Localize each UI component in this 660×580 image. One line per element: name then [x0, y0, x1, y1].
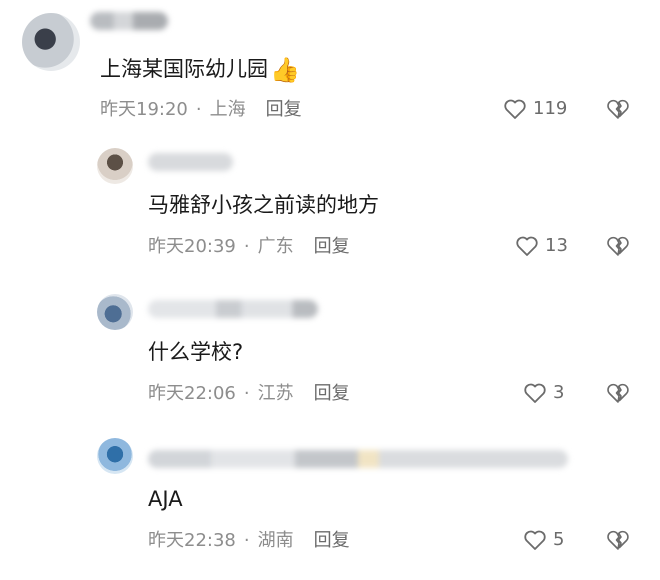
heart-outline-icon	[524, 383, 546, 403]
heart-outline-icon	[504, 99, 526, 119]
like-button[interactable]: 5	[523, 529, 564, 551]
comment-meta: 昨天19:20 · 上海 回复	[100, 99, 302, 121]
comment-time: 昨天19:20	[100, 99, 188, 120]
blurred-username[interactable]	[148, 450, 568, 468]
reply-button[interactable]: 回复	[314, 236, 350, 257]
blurred-username[interactable]	[90, 12, 168, 30]
separator-dot: ·	[195, 99, 202, 120]
comment-location: 江苏	[257, 383, 294, 404]
like-count: 119	[533, 98, 568, 119]
heart-outline-icon	[524, 530, 546, 550]
thumbs-up-emoji: 👍	[270, 56, 300, 84]
comment-location: 上海	[209, 99, 246, 120]
like-count: 13	[545, 235, 568, 256]
comment-meta: 昨天22:38 · 湖南 回复	[148, 530, 350, 552]
separator-dot: ·	[243, 530, 250, 551]
reply-button[interactable]: 回复	[266, 99, 302, 120]
like-button[interactable]: 119	[503, 98, 567, 120]
broken-heart-icon[interactable]	[606, 97, 630, 121]
avatar[interactable]	[97, 438, 133, 474]
blurred-username[interactable]	[148, 300, 318, 318]
heart-outline-icon	[516, 236, 538, 256]
comment-text: 马雅舒小孩之前读的地方	[148, 193, 379, 217]
like-button[interactable]: 3	[523, 382, 564, 404]
comment-time: 昨天20:39	[148, 236, 236, 257]
broken-heart-icon[interactable]	[606, 234, 630, 258]
like-button[interactable]: 13	[515, 235, 568, 257]
separator-dot: ·	[243, 236, 250, 257]
comment-location: 湖南	[257, 530, 294, 551]
comment-text: AJA	[148, 487, 183, 511]
broken-heart-icon[interactable]	[606, 528, 630, 552]
like-count: 5	[553, 529, 565, 550]
comment-text-body: 上海某国际幼儿园	[100, 57, 268, 81]
comment-meta: 昨天22:06 · 江苏 回复	[148, 383, 350, 405]
separator-dot: ·	[243, 383, 250, 404]
like-count: 3	[553, 382, 565, 403]
avatar[interactable]	[22, 13, 80, 71]
blurred-username[interactable]	[148, 153, 233, 171]
reply-button[interactable]: 回复	[314, 383, 350, 404]
comment-meta: 昨天20:39 · 广东 回复	[148, 236, 350, 258]
comment-text: 什么学校?	[148, 340, 244, 364]
comment-location: 广东	[257, 236, 294, 257]
comment-time: 昨天22:06	[148, 383, 236, 404]
comment-text: 上海某国际幼儿园👍	[100, 56, 300, 83]
avatar[interactable]	[97, 294, 133, 330]
reply-button[interactable]: 回复	[314, 530, 350, 551]
avatar[interactable]	[97, 148, 133, 184]
broken-heart-icon[interactable]	[606, 381, 630, 405]
comment-time: 昨天22:38	[148, 530, 236, 551]
